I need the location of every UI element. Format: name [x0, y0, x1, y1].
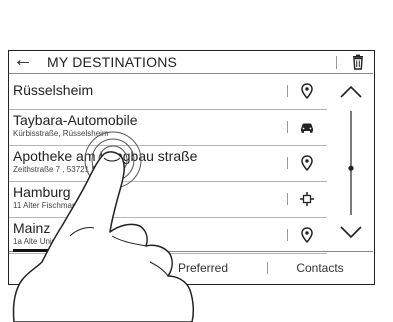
active-tab-indicator [13, 249, 138, 252]
car-icon[interactable] [298, 118, 316, 136]
header-divider [336, 56, 337, 69]
chevron-up-icon[interactable] [340, 85, 362, 98]
page-title: MY DESTINATIONS [47, 54, 178, 70]
location-pin-icon[interactable] [298, 154, 316, 172]
scroll-thumb[interactable] [348, 165, 354, 171]
crosshair-icon[interactable] [298, 190, 316, 208]
destination-name: Apotheke am Langbau straße [13, 148, 198, 164]
destination-name: Rüsselsheim [13, 82, 94, 98]
row-divider [287, 157, 288, 169]
row-divider [287, 229, 288, 241]
location-pin-icon[interactable] [298, 226, 316, 244]
header-bar: ← MY DESTINATIONS [9, 49, 373, 74]
destination-address: Zeithstraße 7 , 53721 Siegb [13, 165, 112, 174]
tab-contacts[interactable]: Contacts [268, 261, 372, 275]
destination-address: Kürbisstraße, Rüsselsheim [13, 129, 109, 138]
row-divider [287, 121, 288, 133]
scrollbar[interactable] [329, 75, 373, 251]
list-item-1[interactable]: Taybara-Automobile Kürbisstraße, Rüssels… [9, 109, 327, 146]
list-item-3[interactable]: Hamburg 11 Alter Fischmarkt [9, 181, 327, 218]
list-item-2[interactable]: Apotheke am Langbau straße Zeithstraße 7… [9, 145, 327, 182]
trash-icon[interactable] [350, 54, 366, 70]
list-item-0[interactable]: Rüsselsheim [9, 73, 327, 110]
destination-name: Mainz [13, 220, 51, 236]
destination-address: 1a Alte Universitäts [13, 237, 82, 246]
tab-preferred[interactable]: Preferred [139, 261, 267, 275]
tab-recent[interactable]: Rece [13, 261, 138, 275]
row-divider [287, 85, 288, 97]
tab-bar: Rece Preferred Contacts [9, 249, 373, 284]
destinations-screen: ← MY DESTINATIONS Rüsselsheim Taybara-Au… [8, 49, 375, 285]
destination-address: 11 Alter Fischmarkt [13, 201, 81, 210]
back-arrow-icon[interactable]: ← [13, 49, 33, 71]
location-pin-icon[interactable] [298, 82, 316, 100]
destination-name: Taybara-Automobile [13, 112, 138, 128]
row-divider [287, 193, 288, 205]
chevron-down-icon[interactable] [340, 226, 362, 239]
destination-name: Hamburg [13, 184, 71, 200]
